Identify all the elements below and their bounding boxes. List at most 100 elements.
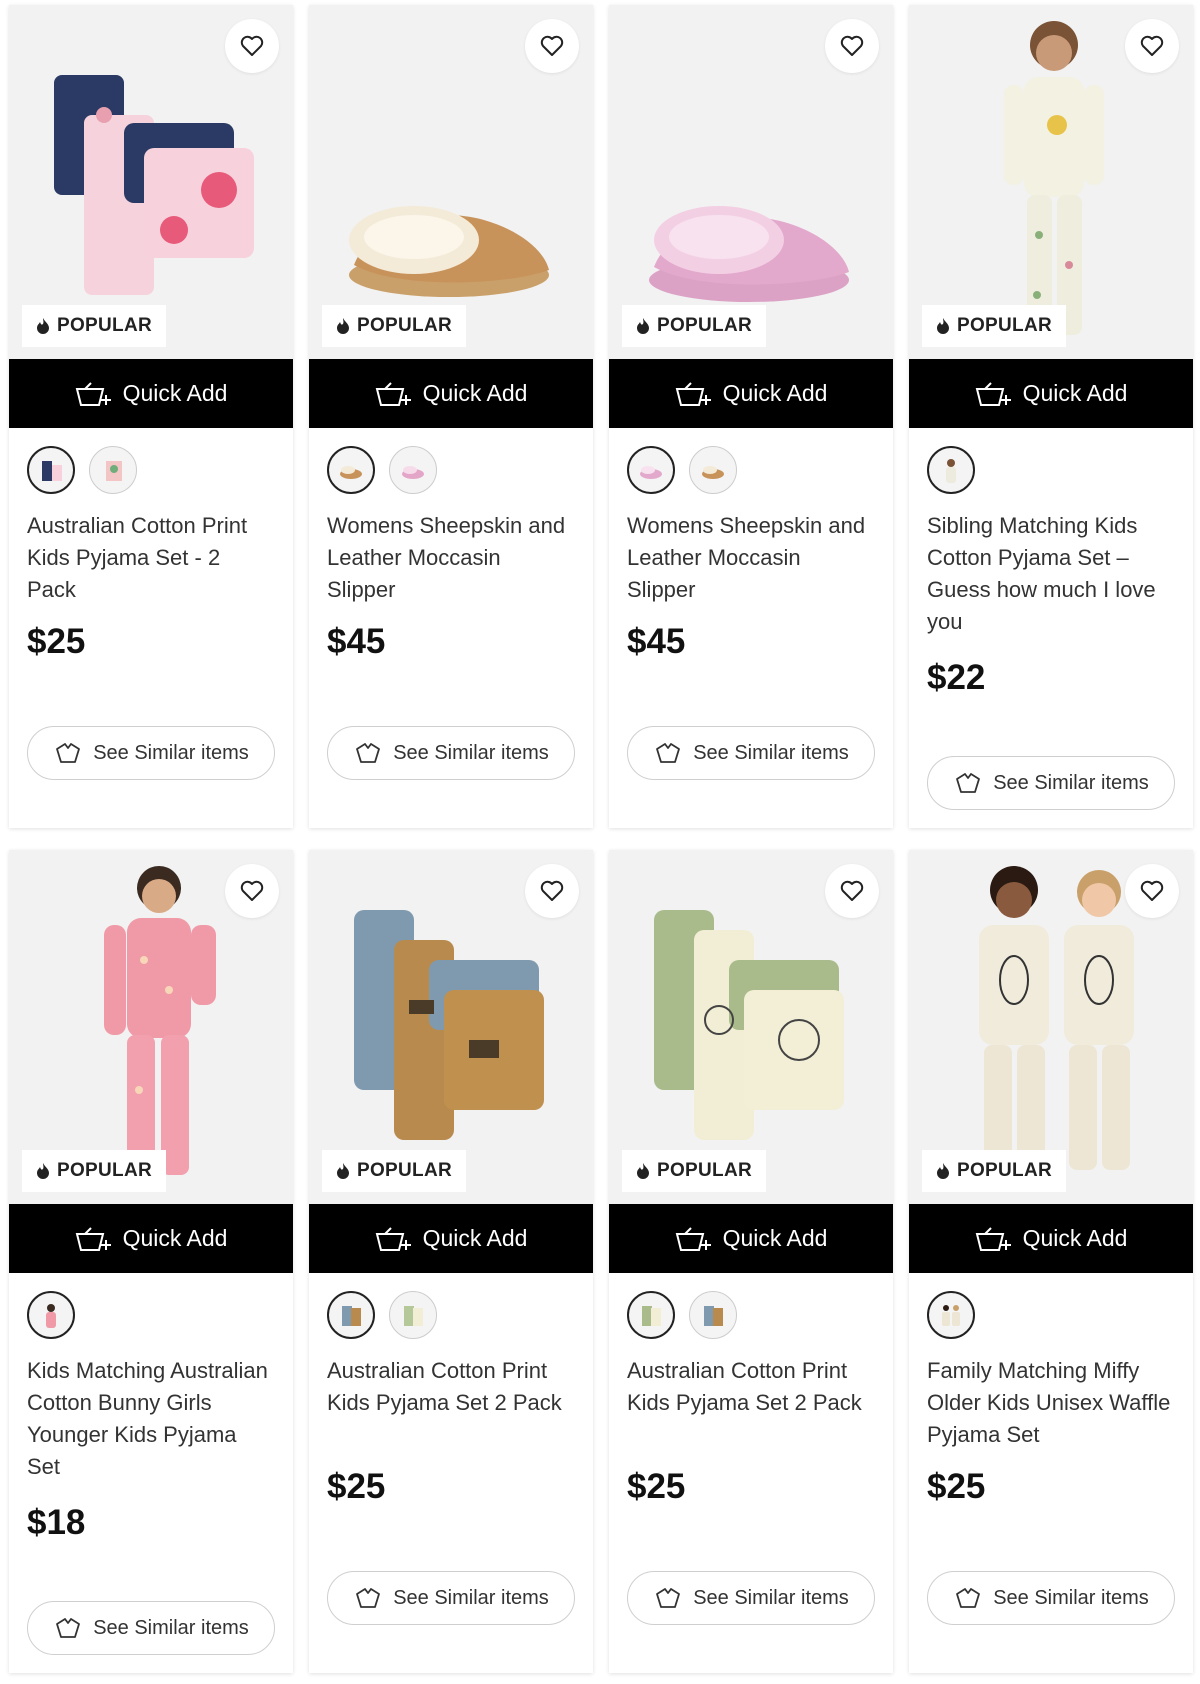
product-image[interactable]: POPULAR [909,5,1193,359]
color-swatch[interactable] [27,446,75,494]
hanger-icon [356,1588,381,1608]
quick-add-label: Quick Add [422,380,528,406]
product-grid: POPULAR Quick Add Australian Cotton Prin… [0,0,1200,1684]
quick-add-button[interactable]: Quick Add [609,1204,893,1273]
color-swatch[interactable] [689,446,737,494]
product-title[interactable]: Australian Cotton Print Kids Pyjama Set … [609,1355,893,1451]
flame-icon [937,318,949,334]
color-swatch[interactable] [389,1291,437,1339]
color-swatch[interactable] [27,1291,75,1339]
see-similar-button[interactable]: See Similar items [927,756,1175,810]
color-swatch[interactable] [327,1291,375,1339]
popular-label: POPULAR [57,1160,152,1181]
see-similar-button[interactable]: See Similar items [327,726,575,780]
popular-badge: POPULAR [22,1150,166,1192]
color-swatch[interactable] [389,446,437,494]
product-price: $18 [27,1503,86,1542]
flame-icon [37,318,49,334]
color-swatch[interactable] [89,446,137,494]
popular-label: POPULAR [657,315,752,336]
wishlist-button[interactable] [1125,864,1179,918]
product-image[interactable]: POPULAR [609,850,893,1204]
quick-add-button[interactable]: Quick Add [9,1204,293,1273]
color-swatch[interactable] [689,1291,737,1339]
hanger-icon [956,773,981,793]
basket-icon [975,381,1011,406]
color-swatch[interactable] [627,446,675,494]
color-swatch[interactable] [927,1291,975,1339]
color-swatches [309,1273,593,1355]
product-card[interactable]: POPULAR Quick Add Womens Sheepskin and L… [309,5,593,828]
popular-badge: POPULAR [922,305,1066,347]
product-title[interactable]: Family Matching Miffy Older Kids Unisex … [909,1355,1193,1451]
product-price: $25 [27,622,86,661]
see-similar-button[interactable]: See Similar items [627,726,875,780]
product-title[interactable]: Womens Sheepskin and Leather Moccasin Sl… [309,510,593,606]
product-title[interactable]: Womens Sheepskin and Leather Moccasin Sl… [609,510,893,606]
product-title[interactable]: Sibling Matching Kids Cotton Pyjama Set … [909,510,1193,638]
hanger-icon [56,1618,81,1638]
wishlist-button[interactable] [525,864,579,918]
product-card[interactable]: POPULAR Quick Add Australian Cotton Prin… [609,850,893,1673]
heart-icon [540,880,564,901]
product-price: $25 [927,1467,986,1506]
popular-badge: POPULAR [322,305,466,347]
popular-label: POPULAR [957,1160,1052,1181]
product-card[interactable]: POPULAR Quick Add Kids Matching Australi… [9,850,293,1673]
see-similar-button[interactable]: See Similar items [27,1601,275,1655]
wishlist-button[interactable] [825,19,879,73]
product-title[interactable]: Kids Matching Australian Cotton Bunny Gi… [9,1355,293,1483]
see-similar-button[interactable]: See Similar items [627,1571,875,1625]
product-image[interactable]: POPULAR [309,5,593,359]
product-card[interactable]: POPULAR Quick Add Family Matching Miffy … [909,850,1193,1673]
hanger-icon [656,743,681,763]
color-swatches [309,428,593,510]
see-similar-button[interactable]: See Similar items [27,726,275,780]
product-image[interactable]: POPULAR [9,5,293,359]
color-swatches [609,428,893,510]
basket-icon [375,1226,411,1251]
flame-icon [637,318,649,334]
wishlist-button[interactable] [1125,19,1179,73]
heart-icon [240,880,264,901]
product-title[interactable]: Australian Cotton Print Kids Pyjama Set … [9,510,293,606]
product-card[interactable]: POPULAR Quick Add Sibling Matching Kids … [909,5,1193,828]
wishlist-button[interactable] [525,19,579,73]
see-similar-label: See Similar items [693,1586,849,1609]
product-card[interactable]: POPULAR Quick Add Australian Cotton Prin… [9,5,293,828]
product-card[interactable]: POPULAR Quick Add Australian Cotton Prin… [309,850,593,1673]
product-image[interactable]: POPULAR [609,5,893,359]
popular-badge: POPULAR [22,305,166,347]
flame-icon [637,1163,649,1179]
product-image[interactable]: POPULAR [909,850,1193,1204]
color-swatch[interactable] [327,446,375,494]
color-swatch[interactable] [927,446,975,494]
quick-add-button[interactable]: Quick Add [309,359,593,428]
quick-add-label: Quick Add [722,380,828,406]
wishlist-button[interactable] [225,19,279,73]
quick-add-button[interactable]: Quick Add [909,1204,1193,1273]
wishlist-button[interactable] [225,864,279,918]
see-similar-button[interactable]: See Similar items [327,1571,575,1625]
product-price: $25 [327,1467,386,1506]
see-similar-button[interactable]: See Similar items [927,1571,1175,1625]
product-image[interactable]: POPULAR [9,850,293,1204]
basket-icon [75,1226,111,1251]
quick-add-button[interactable]: Quick Add [9,359,293,428]
flame-icon [937,1163,949,1179]
quick-add-label: Quick Add [1022,1225,1128,1251]
hanger-icon [656,1588,681,1608]
product-image[interactable]: POPULAR [309,850,593,1204]
wishlist-button[interactable] [825,864,879,918]
basket-icon [75,381,111,406]
product-title[interactable]: Australian Cotton Print Kids Pyjama Set … [309,1355,593,1451]
see-similar-label: See Similar items [393,741,549,764]
quick-add-label: Quick Add [1022,380,1128,406]
quick-add-button[interactable]: Quick Add [309,1204,593,1273]
popular-label: POPULAR [357,1160,452,1181]
color-swatch[interactable] [627,1291,675,1339]
quick-add-button[interactable]: Quick Add [609,359,893,428]
quick-add-button[interactable]: Quick Add [909,359,1193,428]
heart-icon [1140,880,1164,901]
product-card[interactable]: POPULAR Quick Add Womens Sheepskin and L… [609,5,893,828]
